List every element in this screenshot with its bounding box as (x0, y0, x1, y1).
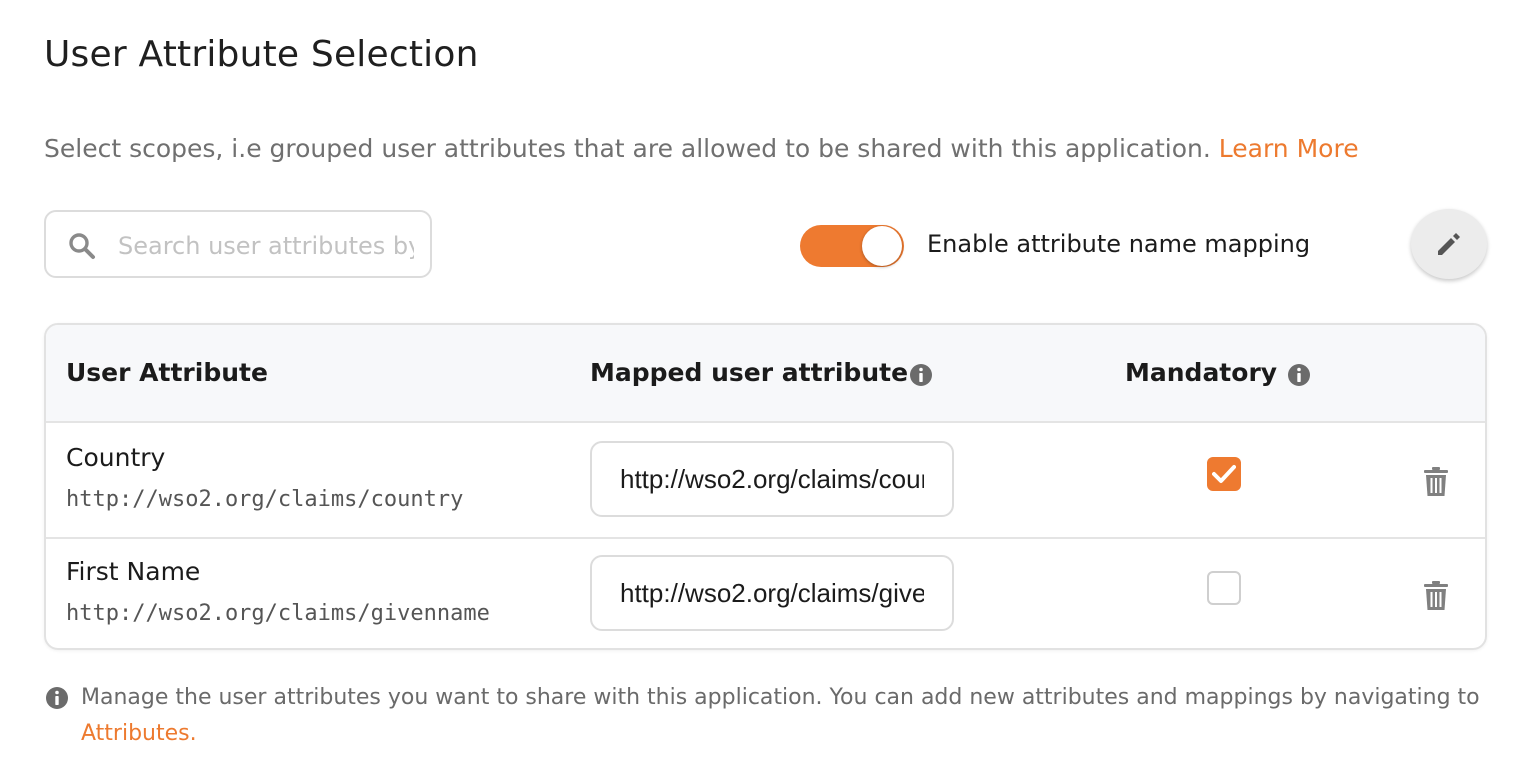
info-icon[interactable] (1287, 363, 1311, 387)
section-description: Select scopes, i.e grouped user attribut… (44, 134, 1359, 163)
search-input[interactable] (116, 226, 416, 266)
attributes-link[interactable]: Attributes. (81, 721, 197, 746)
check-icon (1212, 465, 1236, 483)
table-header: User Attribute Mapped user attribute Man… (46, 325, 1485, 423)
attribute-name: Country (66, 443, 166, 472)
info-icon (46, 687, 68, 709)
attribute-mapping-toggle[interactable] (800, 225, 904, 267)
header-user-attribute: User Attribute (66, 358, 268, 387)
trash-icon[interactable] (1423, 581, 1449, 611)
trash-icon[interactable] (1423, 467, 1449, 497)
description-text: Select scopes, i.e grouped user attribut… (44, 134, 1211, 163)
edit-attributes-button[interactable] (1411, 209, 1487, 279)
table-row: First Name http://wso2.org/claims/givenn… (46, 537, 1485, 648)
learn-more-link[interactable]: Learn More (1219, 134, 1359, 163)
header-mapped-attribute: Mapped user attribute (590, 358, 909, 387)
footer-text: Manage the user attributes you want to s… (81, 685, 1480, 710)
attribute-uri: http://wso2.org/claims/country (66, 487, 464, 512)
mapped-attribute-input[interactable] (590, 441, 954, 517)
table-row: Country http://wso2.org/claims/country (46, 423, 1485, 539)
footer-hint: Manage the user attributes you want to s… (81, 680, 1481, 752)
attribute-name: First Name (66, 557, 201, 586)
mandatory-checkbox[interactable] (1207, 571, 1241, 605)
mapped-attribute-input[interactable] (590, 555, 954, 631)
mandatory-checkbox[interactable] (1207, 457, 1241, 491)
toggle-label: Enable attribute name mapping (927, 230, 1311, 258)
pencil-icon (1438, 233, 1460, 255)
attribute-table: User Attribute Mapped user attribute Man… (44, 323, 1487, 650)
info-icon[interactable] (909, 363, 933, 387)
toggle-knob (862, 226, 902, 266)
attribute-uri: http://wso2.org/claims/givenname (66, 601, 490, 626)
search-icon (69, 233, 95, 259)
search-box (44, 210, 432, 278)
page-title: User Attribute Selection (44, 34, 479, 75)
header-mandatory: Mandatory (1125, 358, 1278, 387)
